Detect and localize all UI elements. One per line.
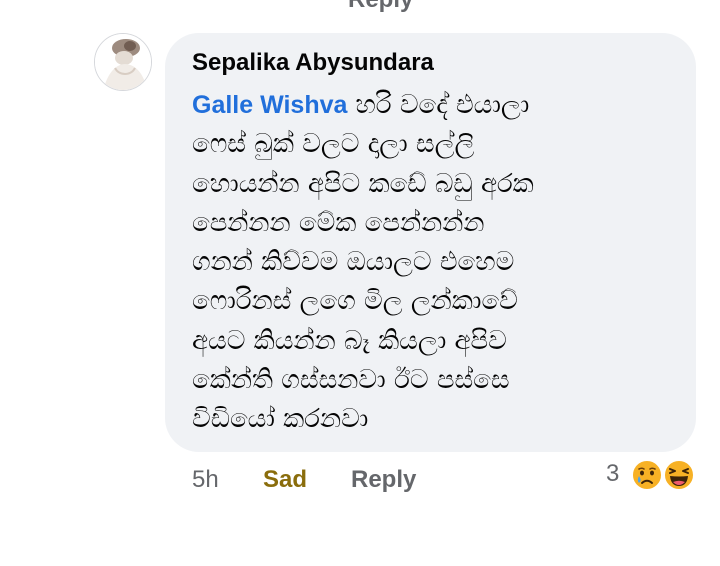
sad-face-icon: [630, 458, 664, 492]
comment-actions: 5h Sad Reply 3: [0, 459, 720, 496]
comment-line: ෆොරිනස් ලගෙ මිල ලන්කාවේ: [192, 286, 518, 317]
comment-line: ගනන් කිව්වම ඔයාලට එහෙම: [192, 247, 515, 278]
comment-line: කේන්ති ගස්සනවා ඊට පස්සෙ: [192, 365, 510, 396]
comment-text: Galle Wishva හරි වදේ එයාලා ෆෙස් බුක් වලට …: [192, 86, 682, 440]
comment-timestamp[interactable]: 5h: [192, 466, 219, 494]
previous-reply-link[interactable]: Reply: [348, 0, 413, 14]
comment-line: පෙන්නන මේක පෙන්නන්න: [192, 207, 485, 238]
comment-thread: Reply Sepalika Abysundara Galle Wishva හර…: [0, 0, 720, 566]
reply-button[interactable]: Reply: [351, 466, 416, 494]
comment-line-text: හරි වදේ එයාලා: [355, 90, 530, 120]
reaction-count: 3: [606, 460, 620, 487]
comment-author-name[interactable]: Sepalika Abysundara: [192, 49, 434, 77]
comment-line: විඩියෝ කරනවා: [192, 404, 369, 435]
comment-line: හොයන්න අපිට කඩේ බඩු අරක: [192, 168, 534, 199]
sad-reaction-button[interactable]: Sad: [263, 466, 307, 494]
comment-line: Galle Wishva හරි වදේ එයාලා: [192, 86, 682, 125]
comment-line: ෆෙස් බුක් වලට දාලා සල්ලි: [192, 129, 475, 160]
comment-line: අයට කියන්න බෑ කියලා අපිව: [192, 325, 507, 356]
mention-link[interactable]: Galle Wishva: [192, 91, 347, 119]
avatar-image: [95, 34, 151, 90]
avatar[interactable]: [94, 33, 152, 91]
laughing-face-icon: [662, 458, 696, 492]
